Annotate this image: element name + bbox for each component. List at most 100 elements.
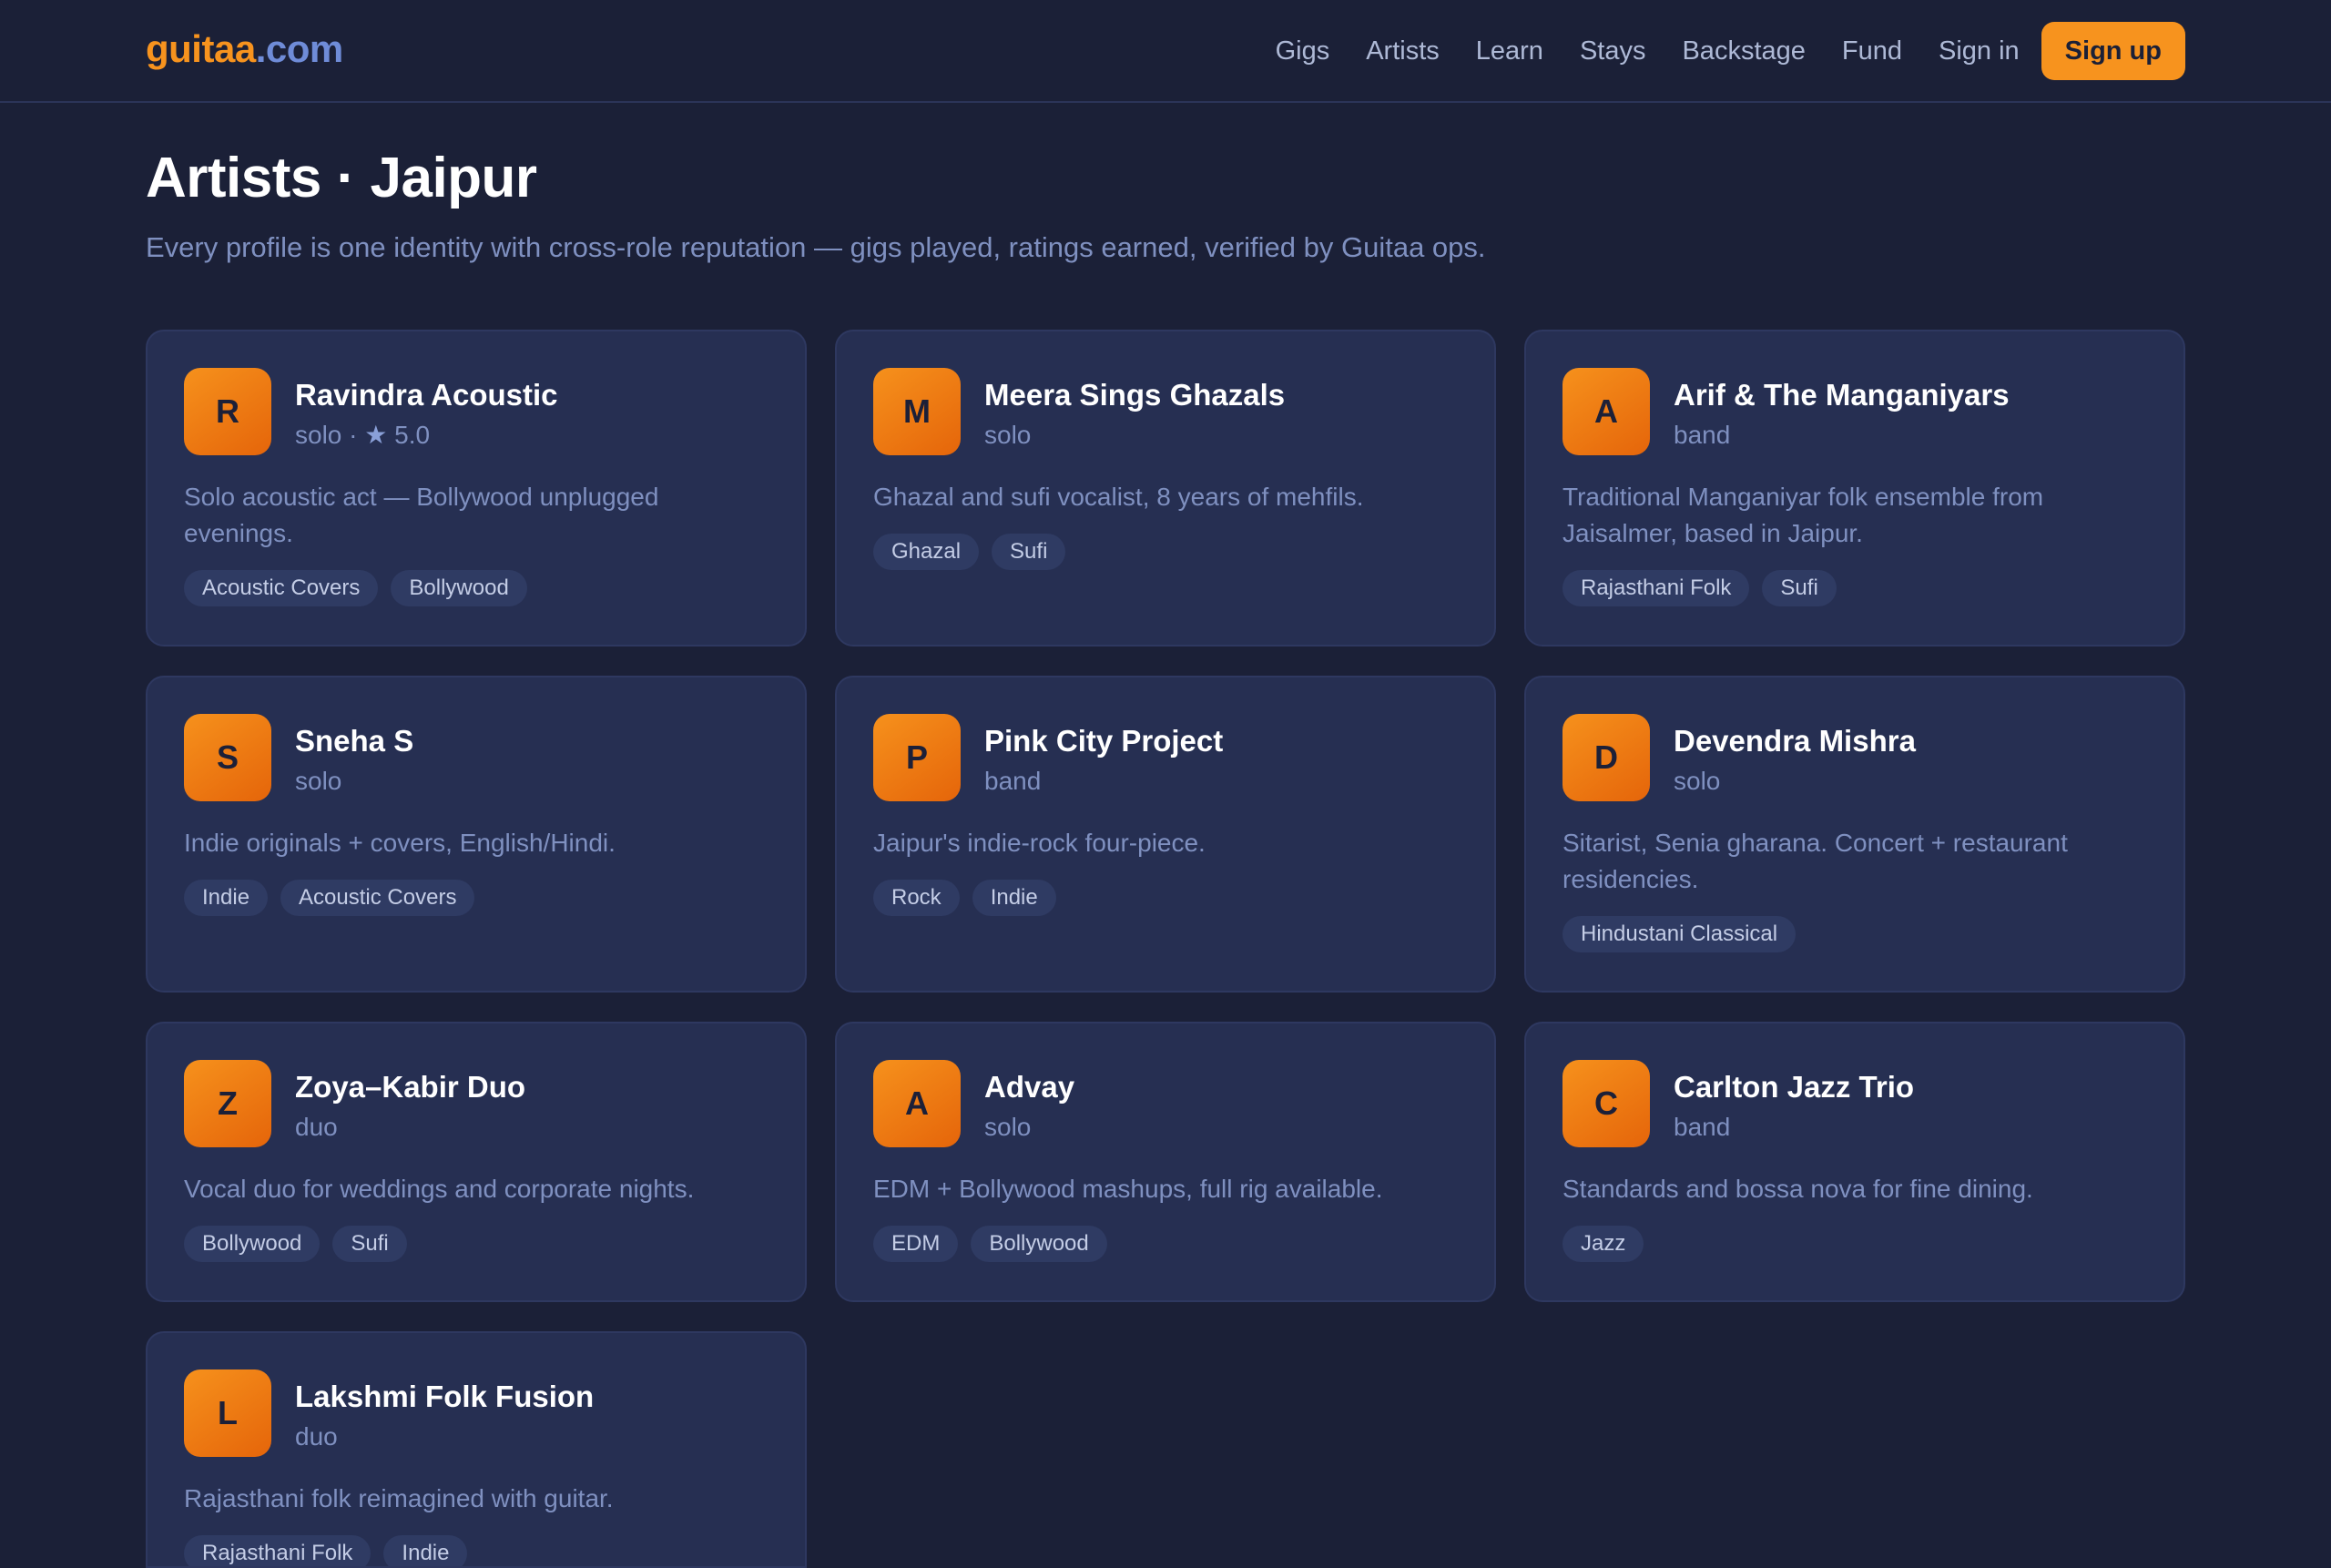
genre-tags: EDM Bollywood <box>873 1226 1458 1262</box>
genre-tag: Rajasthani Folk <box>184 1535 372 1566</box>
artist-heading: Arif & The Manganiyars band <box>1674 368 2010 455</box>
artist-card-header: D Devendra Mishra solo <box>1562 714 2147 801</box>
avatar: R <box>184 368 271 455</box>
artist-name[interactable]: Ravindra Acoustic <box>295 375 558 415</box>
artist-card[interactable]: D Devendra Mishra solo Sitarist, Senia g… <box>1524 676 2185 993</box>
genre-tag: Indie <box>972 880 1056 916</box>
genre-tags: Hindustani Classical <box>1562 916 2147 952</box>
artist-type: duo <box>295 1113 338 1141</box>
artist-card[interactable]: A Advay solo EDM + Bollywood mashups, fu… <box>835 1022 1496 1302</box>
artist-type: solo <box>295 421 342 449</box>
artist-type: band <box>1674 421 1731 449</box>
artist-heading: Lakshmi Folk Fusion duo <box>295 1369 594 1457</box>
genre-tags: Rajasthani Folk Indie <box>184 1535 769 1566</box>
artist-heading: Advay solo <box>984 1060 1074 1147</box>
artist-card-header: P Pink City Project band <box>873 714 1458 801</box>
artist-type: solo <box>984 1113 1032 1141</box>
artist-name[interactable]: Carlton Jazz Trio <box>1674 1067 1914 1107</box>
avatar: A <box>873 1060 961 1147</box>
top-navbar: guitaa.com Gigs Artists Learn Stays Back… <box>0 0 2331 103</box>
sign-up-button[interactable]: Sign up <box>2041 22 2185 80</box>
artist-card-header: L Lakshmi Folk Fusion duo <box>184 1369 769 1457</box>
artist-card[interactable]: M Meera Sings Ghazals solo Ghazal and su… <box>835 330 1496 647</box>
artist-rating: 5.0 <box>394 421 431 449</box>
artist-type: solo <box>295 767 342 795</box>
artist-card-header: A Arif & The Manganiyars band <box>1562 368 2147 455</box>
genre-tags: Acoustic Covers Bollywood <box>184 570 769 606</box>
artist-heading: Sneha S solo <box>295 714 413 801</box>
avatar: C <box>1562 1060 1650 1147</box>
genre-tag: EDM <box>873 1226 959 1262</box>
artist-card[interactable]: R Ravindra Acoustic solo · ★ 5.0 Solo ac… <box>146 330 807 647</box>
page-title: Artists · Jaipur <box>146 147 537 209</box>
nav-link-stays[interactable]: Stays <box>1580 36 1646 66</box>
artist-description: Vocal duo for weddings and corporate nig… <box>184 1175 695 1203</box>
genre-tag: Rajasthani Folk <box>1562 570 1750 606</box>
artist-card[interactable]: P Pink City Project band Jaipur's indie-… <box>835 676 1496 993</box>
artist-name[interactable]: Meera Sings Ghazals <box>984 375 1285 415</box>
artist-card-header: S Sneha S solo <box>184 714 769 801</box>
artist-card[interactable]: L Lakshmi Folk Fusion duo Rajasthani fol… <box>146 1331 807 1568</box>
genre-tag: Rock <box>873 880 960 916</box>
artist-heading: Devendra Mishra solo <box>1674 714 1916 801</box>
genre-tag: Acoustic Covers <box>280 880 475 916</box>
genre-tag: Bollywood <box>184 1226 321 1262</box>
artist-heading: Meera Sings Ghazals solo <box>984 368 1285 455</box>
page-subtitle: Every profile is one identity with cross… <box>146 231 1486 263</box>
artist-card[interactable]: Z Zoya–Kabir Duo duo Vocal duo for weddi… <box>146 1022 807 1302</box>
avatar: D <box>1562 714 1650 801</box>
artist-meta: solo · ★ 5.0 <box>295 421 431 449</box>
avatar: M <box>873 368 961 455</box>
artist-card-header: Z Zoya–Kabir Duo duo <box>184 1060 769 1147</box>
nav-link-gigs[interactable]: Gigs <box>1276 36 1330 66</box>
artist-name[interactable]: Zoya–Kabir Duo <box>295 1067 525 1107</box>
genre-tag: Bollywood <box>971 1226 1107 1262</box>
artist-grid: R Ravindra Acoustic solo · ★ 5.0 Solo ac… <box>146 330 2185 1568</box>
artist-name[interactable]: Lakshmi Folk Fusion <box>295 1377 594 1417</box>
artist-type: band <box>1674 1113 1731 1141</box>
avatar: L <box>184 1369 271 1457</box>
genre-tag: Indie <box>383 1535 468 1566</box>
artist-name[interactable]: Advay <box>984 1067 1074 1107</box>
artist-card[interactable]: C Carlton Jazz Trio band Standards and b… <box>1524 1022 2185 1302</box>
genre-tag: Sufi <box>332 1226 407 1262</box>
artist-name[interactable]: Devendra Mishra <box>1674 721 1916 761</box>
artist-card[interactable]: A Arif & The Manganiyars band Traditiona… <box>1524 330 2185 647</box>
artist-description: Rajasthani folk reimagined with guitar. <box>184 1484 614 1512</box>
artist-type: band <box>984 767 1042 795</box>
artist-description: Indie originals + covers, English/Hindi. <box>184 829 616 857</box>
artist-description: Jaipur's indie-rock four-piece. <box>873 829 1206 857</box>
artist-type: duo <box>295 1422 338 1451</box>
artist-name[interactable]: Sneha S <box>295 721 413 761</box>
artist-card-header: C Carlton Jazz Trio band <box>1562 1060 2147 1147</box>
artist-heading: Ravindra Acoustic solo · ★ 5.0 <box>295 368 558 455</box>
nav-link-learn[interactable]: Learn <box>1476 36 1543 66</box>
nav-link-fund[interactable]: Fund <box>1842 36 1902 66</box>
avatar: S <box>184 714 271 801</box>
logo-main: guitaa <box>146 27 256 70</box>
artist-description: Solo acoustic act — Bollywood unplugged … <box>184 483 659 547</box>
artist-heading: Carlton Jazz Trio band <box>1674 1060 1914 1147</box>
site-logo[interactable]: guitaa.com <box>146 27 343 71</box>
artist-heading: Pink City Project band <box>984 714 1223 801</box>
artist-description: Standards and bossa nova for fine dining… <box>1562 1175 2033 1203</box>
artist-name[interactable]: Pink City Project <box>984 721 1223 761</box>
genre-tags: Ghazal Sufi <box>873 534 1458 570</box>
nav-link-backstage[interactable]: Backstage <box>1682 36 1805 66</box>
artist-type: solo <box>984 421 1032 449</box>
sign-in-link[interactable]: Sign in <box>1939 36 2020 66</box>
genre-tags: Rajasthani Folk Sufi <box>1562 570 2147 606</box>
artist-description: Sitarist, Senia gharana. Concert + resta… <box>1562 829 2068 893</box>
nav-link-artists[interactable]: Artists <box>1366 36 1440 66</box>
genre-tag: Acoustic Covers <box>184 570 379 606</box>
artist-description: Traditional Manganiyar folk ensemble fro… <box>1562 483 2044 547</box>
artist-type: solo <box>1674 767 1721 795</box>
artist-card[interactable]: S Sneha S solo Indie originals + covers,… <box>146 676 807 993</box>
artist-description: Ghazal and sufi vocalist, 8 years of meh… <box>873 483 1364 511</box>
artist-heading: Zoya–Kabir Duo duo <box>295 1060 525 1147</box>
genre-tag: Hindustani Classical <box>1562 916 1797 952</box>
artist-card-header: R Ravindra Acoustic solo · ★ 5.0 <box>184 368 769 455</box>
artist-name[interactable]: Arif & The Manganiyars <box>1674 375 2010 415</box>
logo-tld: .com <box>255 27 344 70</box>
genre-tag: Indie <box>184 880 269 916</box>
